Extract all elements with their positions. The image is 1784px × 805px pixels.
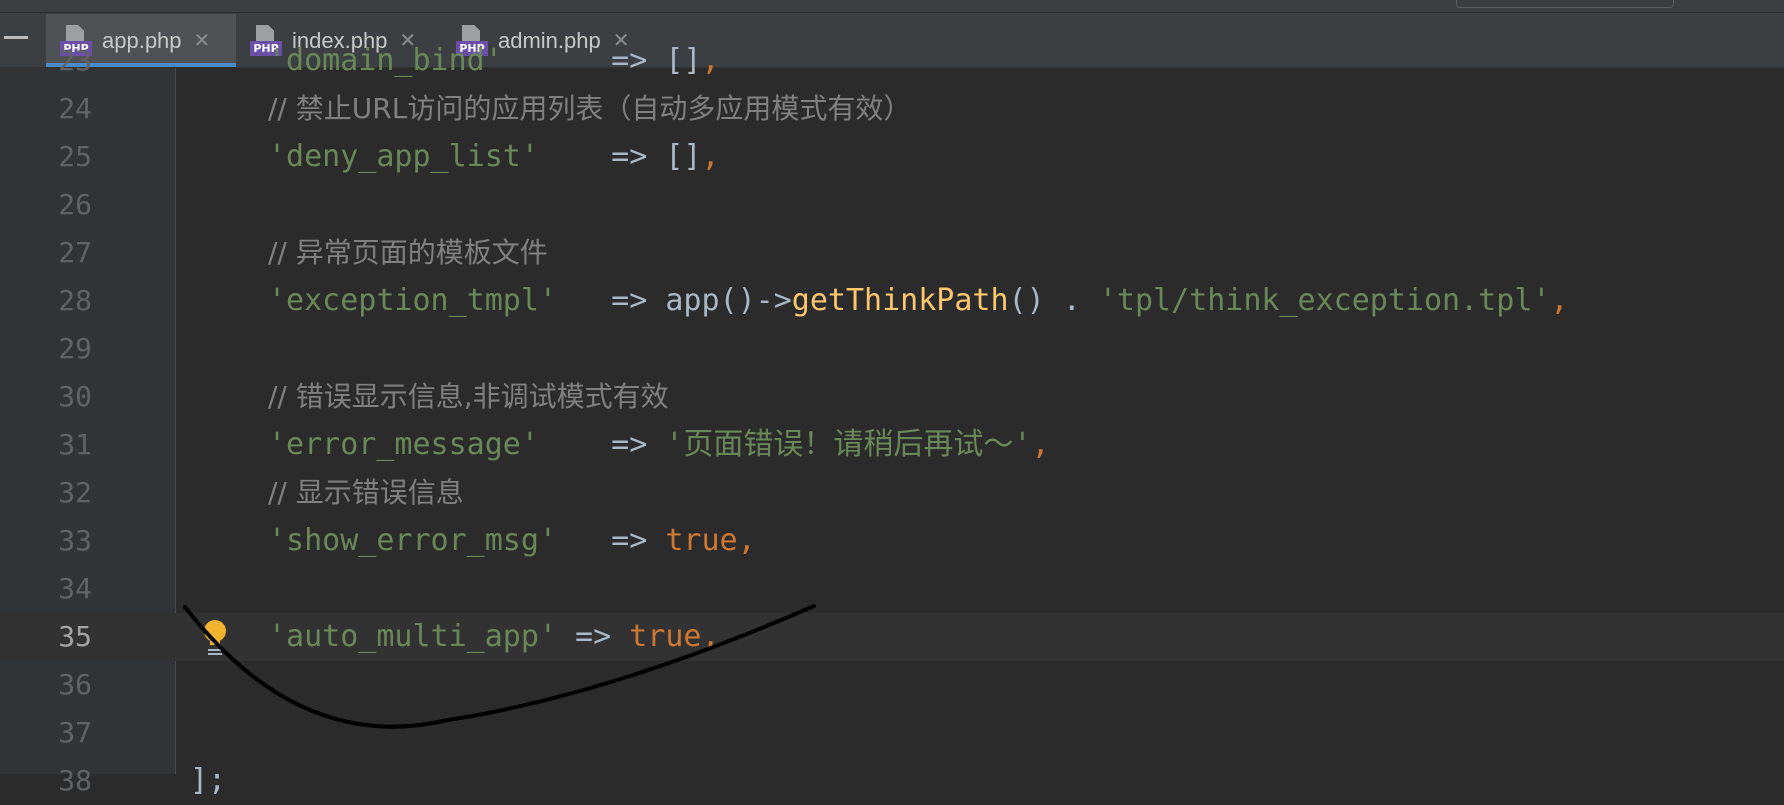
hand-drawn-underline [183,604,816,729]
